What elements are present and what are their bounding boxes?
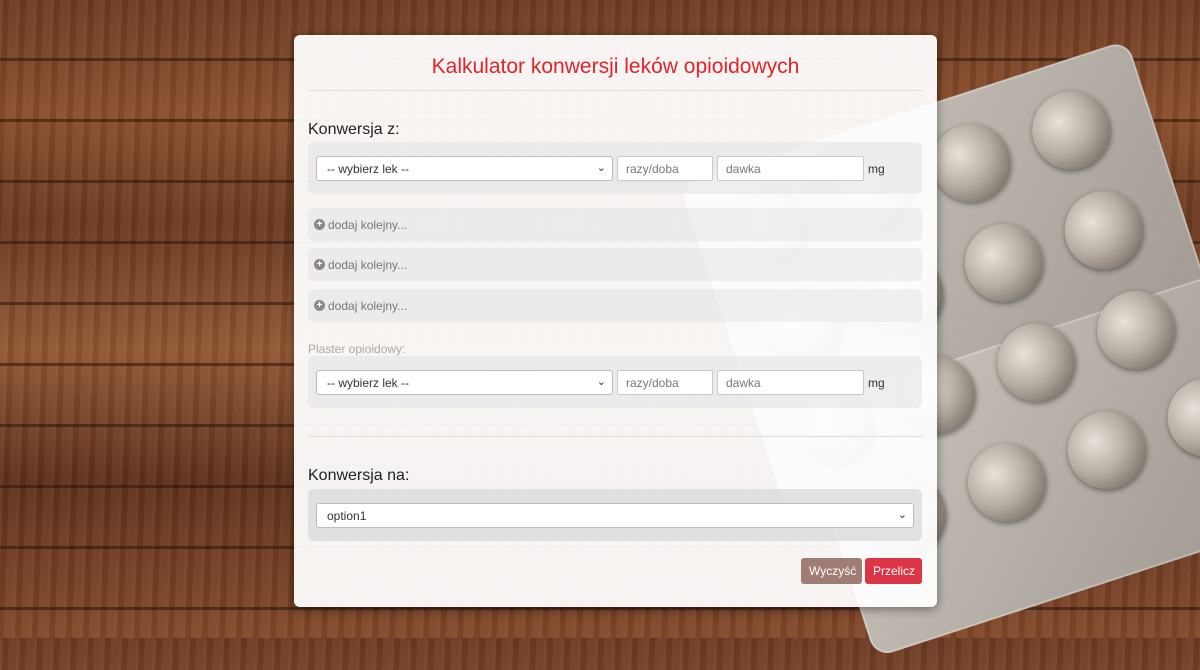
add-another-row-1[interactable]: + dodaj kolejny... (308, 208, 922, 241)
title-divider (308, 90, 923, 91)
conversion-to-label: Konwersja na: (308, 467, 410, 484)
add-another-row-3[interactable]: + dodaj kolejny... (308, 289, 922, 322)
clear-button[interactable]: Wyczyść (801, 558, 862, 584)
conversion-from-dose-input[interactable]: dawka (717, 156, 864, 181)
add-another-row-2[interactable]: + dodaj kolejny... (308, 248, 922, 281)
patch-dose-input[interactable]: dawka (717, 370, 864, 395)
conversion-from-frequency-input[interactable]: razy/doba (617, 156, 713, 181)
patch-drug-select[interactable]: -- wybierz lek -- ⌄ (316, 370, 613, 395)
patch-row: -- wybierz lek -- ⌄ razy/doba dawka mg (308, 356, 922, 408)
add-another-label: dodaj kolejny... (328, 218, 408, 232)
plus-circle-icon: + (314, 259, 325, 270)
calculator-card: Kalkulator konwersji leków opioidowych K… (294, 35, 937, 607)
conversion-from-row: -- wybierz lek -- ⌄ razy/doba dawka mg (308, 142, 922, 194)
page-title: Kalkulator konwersji leków opioidowych (431, 55, 800, 78)
conversion-to-row: option1 ⌄ (308, 489, 922, 541)
plus-circle-icon: + (314, 300, 325, 311)
add-another-label: dodaj kolejny... (328, 258, 408, 272)
calculate-button[interactable]: Przelicz (865, 558, 922, 584)
plus-circle-icon: + (314, 219, 325, 230)
chevron-down-icon: ⌄ (596, 376, 606, 388)
conversion-from-label: Konwersja z: (308, 121, 400, 138)
chevron-down-icon: ⌄ (596, 162, 606, 174)
conversion-from-drug-select[interactable]: -- wybierz lek -- ⌄ (316, 156, 613, 181)
patch-label: Plaster opioidowy: (308, 342, 406, 356)
patch-frequency-input[interactable]: razy/doba (617, 370, 713, 395)
add-another-label: dodaj kolejny... (328, 299, 408, 313)
conversion-to-drug-select[interactable]: option1 ⌄ (316, 503, 914, 528)
conversion-from-unit: mg (868, 162, 885, 176)
patch-unit: mg (868, 376, 885, 390)
chevron-down-icon: ⌄ (897, 509, 907, 521)
section-divider (308, 436, 923, 437)
